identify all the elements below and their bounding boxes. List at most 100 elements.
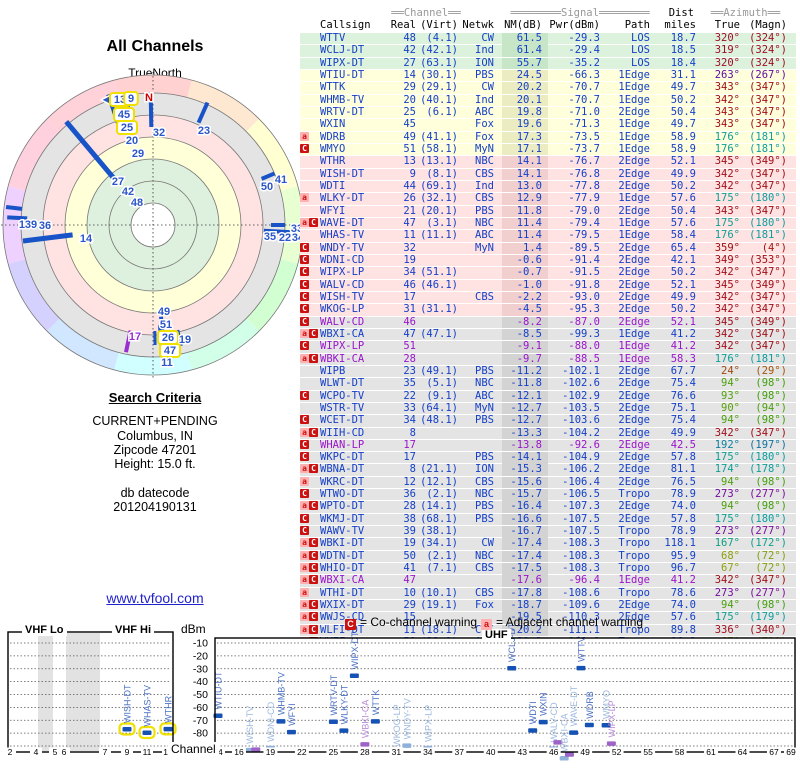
co-channel-warning-icon: C	[300, 304, 309, 314]
azimuth-magn-cell: (72°)	[755, 549, 787, 562]
signal-bar-label: WIPX-DT	[350, 631, 360, 669]
miles-cell: 58.4	[670, 229, 696, 242]
callsign-cell: WHMB-TV	[320, 93, 365, 106]
azimuth-magn-cell: (181°)	[749, 130, 787, 143]
power-dbm-cell: -77.8	[568, 179, 600, 192]
signal-bar-label: WTHR	[164, 695, 174, 722]
azimuth-true-cell: 342°	[714, 340, 740, 353]
virtual-channel-cell: (19.1)	[420, 599, 458, 612]
miles-cell: 58.3	[670, 352, 696, 365]
search-criteria-line: Columbus, IN	[117, 429, 193, 443]
path-cell: Tropo	[618, 537, 650, 550]
table-row: C WIPX-LP 51 -9.1 -88.0 1Edge 41.2 342° (347°)	[300, 340, 796, 354]
path-cell: 2Edge	[618, 155, 650, 168]
power-dbm-cell: -102.6	[562, 377, 600, 390]
miles-cell: 76.5	[670, 475, 696, 488]
warning-cell: a	[300, 587, 318, 600]
azimuth-magn-cell: (98°)	[755, 500, 787, 513]
radar-channel-label: 25	[121, 122, 133, 134]
co-channel-warning-icon: C	[300, 143, 309, 153]
path-cell: 2Edge	[618, 599, 650, 612]
path-cell: 2Edge	[618, 426, 650, 439]
power-dbm-cell: -35.2	[568, 56, 600, 69]
power-dbm-cell: -71.0	[568, 105, 600, 118]
warning-cell: a	[300, 476, 318, 489]
network-cell: Ind	[475, 179, 494, 192]
miles-cell: 31.1	[670, 68, 696, 81]
azimuth-true-cell: 94°	[721, 377, 740, 390]
callsign-cell: WKPC-DT	[320, 451, 365, 464]
network-cell: MyN	[475, 142, 494, 155]
power-dbm-cell: -29.4	[568, 44, 600, 57]
co-channel-warning-icon: C	[309, 328, 318, 338]
azimuth-magn-cell: (267°)	[749, 68, 787, 81]
virtual-channel-cell: (32.1)	[420, 192, 458, 205]
power-dbm-cell: -76.8	[568, 167, 600, 180]
virtual-channel-cell: (3.1)	[426, 216, 458, 229]
nm-db-cell: -17.5	[502, 563, 548, 575]
power-dbm-cell: -95.3	[568, 303, 600, 316]
warning-cell: aC	[300, 538, 318, 550]
warning-cell: C	[300, 489, 318, 501]
real-channel-cell: 47	[403, 216, 416, 229]
nm-db-cell: -2.2	[502, 291, 548, 304]
column-header-virt: (Virt)	[420, 19, 458, 31]
real-channel-cell: 12	[403, 475, 416, 488]
azimuth-true-cell: 343°	[714, 204, 740, 217]
signal-bar	[339, 728, 349, 733]
radar-channel-label: 11	[161, 357, 173, 369]
channel-tick-label: 19	[266, 747, 276, 757]
virtual-channel-cell: (13.1)	[420, 155, 458, 168]
tvfool-link[interactable]: www.tvfool.com	[106, 590, 203, 606]
real-channel-cell: 36	[403, 488, 416, 501]
nm-db-cell: 19.8	[502, 106, 548, 119]
callsign-cell: WDRB	[320, 130, 346, 143]
power-dbm-cell: -88.5	[568, 352, 600, 365]
path-cell: 1Edge	[618, 327, 650, 340]
path-cell: 1Edge	[618, 340, 650, 353]
miles-cell: 49.9	[670, 167, 696, 180]
dbm-tick-label: -70	[193, 715, 208, 727]
virtual-channel-cell: (69.1)	[420, 179, 458, 192]
power-dbm-cell: -108.3	[562, 549, 600, 562]
virtual-channel-cell	[416, 255, 462, 267]
azimuth-true-cell: 176°	[714, 229, 740, 242]
path-cell: 1Edge	[618, 68, 650, 81]
signal-strength-plot: -10-20-30-40-50-60-70-80-90WISH-DTWHAS-T…	[4, 622, 798, 761]
adjacent-channel-warning-icon: a	[300, 217, 309, 227]
station-table: ══Channel══ ════════Signal════════ Dist …	[300, 8, 796, 662]
signal-bar-label: WIPX-LP	[423, 705, 433, 742]
path-cell: 2Edge	[618, 500, 650, 513]
warning-cell: aC	[300, 464, 318, 476]
azimuth-true-cell: 175°	[714, 512, 740, 525]
azimuth-magn-cell: (347°)	[749, 81, 787, 94]
real-channel-cell: 29	[403, 81, 416, 94]
power-dbm-cell: -108.3	[562, 562, 600, 575]
co-channel-warning-icon: C	[300, 439, 309, 449]
azimuth-true-cell: 175°	[714, 192, 740, 205]
azimuth-true-cell: 345°	[714, 315, 740, 328]
warning-cell: aC	[300, 550, 318, 563]
callsign-cell: WTTV	[320, 32, 346, 44]
real-channel-cell: 46	[403, 278, 416, 291]
miles-cell: 57.8	[670, 451, 696, 464]
signal-bar	[576, 665, 586, 671]
radar-channel-label: 32	[153, 127, 165, 139]
azimuth-true-cell: 342°	[714, 303, 740, 316]
real-channel-cell: 47	[403, 574, 416, 587]
power-dbm-cell: -106.2	[562, 463, 600, 476]
nm-db-cell: 11.4	[502, 230, 548, 242]
co-channel-warning-icon: C	[300, 526, 309, 536]
dbm-tick-label: -20	[193, 650, 208, 662]
path-cell: 2Edge	[618, 278, 650, 291]
power-dbm-cell: -91.5	[568, 266, 600, 279]
path-cell: 1Edge	[618, 192, 650, 205]
azimuth-magn-cell: (98°)	[755, 377, 787, 390]
network-cell	[462, 304, 502, 316]
radar-channel-label: 9	[128, 93, 134, 105]
network-cell: CW	[481, 537, 494, 550]
power-dbm-cell: -103.6	[562, 414, 600, 427]
miles-cell: 76.6	[670, 389, 696, 402]
azimuth-true-cell: 342°	[714, 93, 740, 106]
real-channel-cell: 51	[403, 142, 416, 155]
